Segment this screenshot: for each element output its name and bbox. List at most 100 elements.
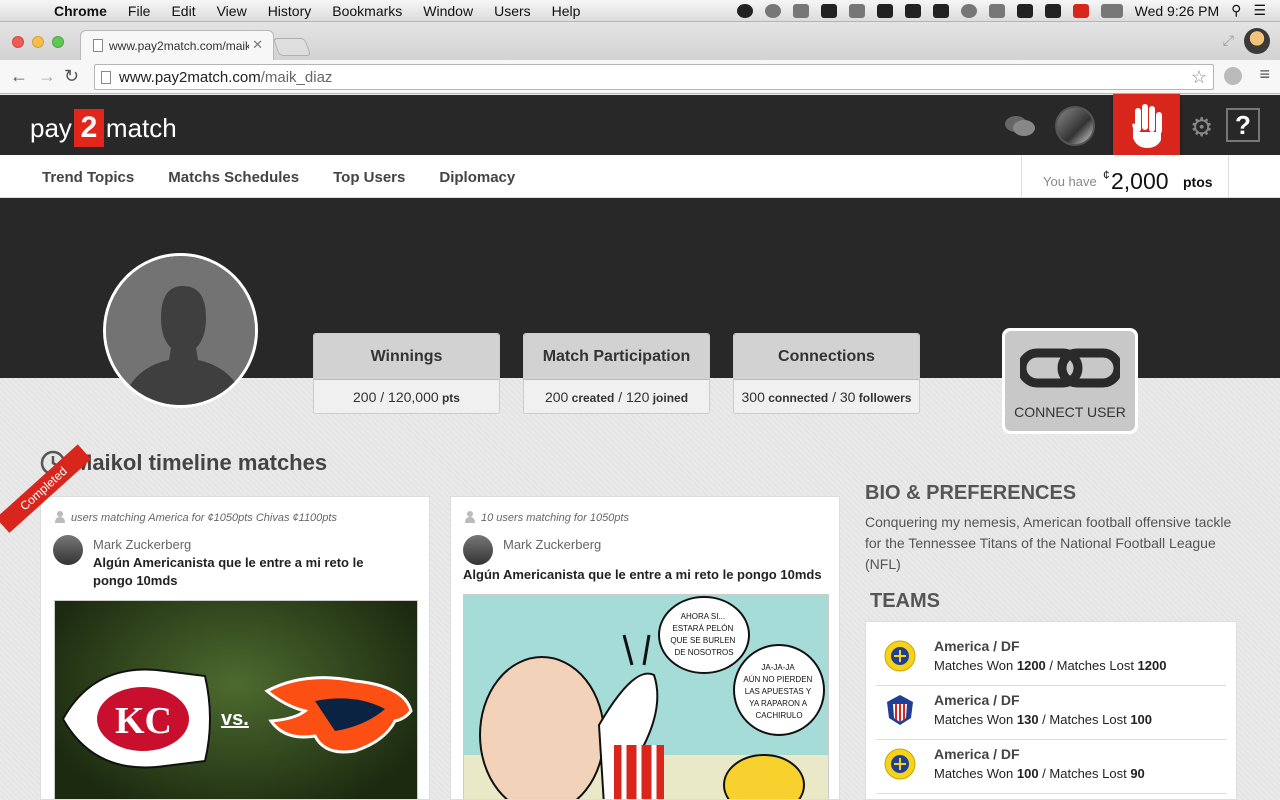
- stat-b: 120: [626, 389, 650, 405]
- evernote-icon[interactable]: [904, 3, 921, 18]
- flag-icon[interactable]: [1072, 3, 1089, 18]
- nav-top-users[interactable]: Top Users: [333, 169, 405, 186]
- stat-b: 120,000: [388, 389, 439, 405]
- reload-icon[interactable]: ↻: [64, 66, 79, 87]
- wifi-icon[interactable]: [1016, 3, 1033, 18]
- close-tab-icon[interactable]: ✕: [252, 37, 263, 53]
- bell-icon[interactable]: [792, 3, 809, 18]
- nav-diplomacy[interactable]: Diplomacy: [439, 169, 515, 186]
- address-bar[interactable]: www.pay2match.com/maik_diaz ☆: [94, 64, 1214, 90]
- menu-history[interactable]: History: [268, 3, 312, 19]
- team-stats: Matches Won 100 / Matches Lost 90: [934, 766, 1145, 781]
- card-user-name[interactable]: Mark Zuckerberg: [503, 537, 601, 552]
- time-machine-icon[interactable]: [960, 3, 977, 18]
- menu-help[interactable]: Help: [552, 3, 581, 19]
- card-image[interactable]: KC vs.: [54, 600, 418, 799]
- timeline-card[interactable]: 10 users matching for 1050pts Mark Zucke…: [450, 496, 840, 800]
- forward-icon[interactable]: →: [38, 66, 56, 87]
- volume-icon[interactable]: [1044, 3, 1061, 18]
- team-row[interactable]: America / DF Matches Won 130 / Matches L…: [876, 686, 1226, 740]
- team-row[interactable]: America / DF Matches Won 100 / Matches L…: [876, 740, 1226, 794]
- menu-file[interactable]: File: [128, 3, 151, 19]
- user-avatar[interactable]: [1055, 106, 1095, 146]
- minimize-window-button[interactable]: [32, 36, 44, 48]
- lost-value: 1200: [1137, 658, 1167, 673]
- lost-label: / Matches Lost: [1038, 712, 1131, 727]
- copy-icon[interactable]: [932, 3, 949, 18]
- browser-tabstrip: www.pay2match.com/maik_diaz ✕ ⤢: [0, 22, 1280, 60]
- chrome-menu-icon[interactable]: ≡: [1259, 64, 1270, 85]
- profile-avatar: [103, 253, 258, 408]
- bluetooth-icon[interactable]: [988, 3, 1005, 18]
- app-menus: Chrome File Edit View History Bookmarks …: [54, 3, 580, 19]
- extension-icon[interactable]: [1224, 67, 1242, 85]
- clock[interactable]: Wed 9:26 PM: [1135, 3, 1220, 19]
- timeline-card[interactable]: users matching America for ¢1050pts Chiv…: [40, 496, 430, 800]
- card-user-name[interactable]: Mark Zuckerberg: [93, 537, 191, 552]
- menu-bookmarks[interactable]: Bookmarks: [332, 3, 402, 19]
- card-user-avatar[interactable]: [53, 535, 83, 565]
- team-name: America / DF: [934, 692, 1020, 708]
- menu-window[interactable]: Window: [423, 3, 473, 19]
- stat-sep: /: [828, 389, 840, 405]
- card-message: Algún Americanista que le entre a mi ret…: [93, 555, 364, 588]
- points-value: 2,000: [1111, 168, 1169, 194]
- spotlight-icon[interactable]: ⚲: [1231, 2, 1241, 19]
- url-text: www.pay2match.com/maik_diaz: [119, 69, 332, 86]
- notification-center-icon[interactable]: ☰: [1253, 2, 1266, 19]
- fullscreen-icon[interactable]: ⤢: [1223, 32, 1234, 49]
- pay2match-logo[interactable]: pay 2 match: [30, 109, 177, 147]
- points-currency: ¢: [1103, 168, 1110, 182]
- chat-icon[interactable]: [1004, 114, 1036, 143]
- menu-edit[interactable]: Edit: [171, 3, 195, 19]
- stat-sep: /: [376, 389, 389, 405]
- logo-two: 2: [73, 109, 104, 147]
- card-user-avatar[interactable]: [463, 535, 493, 565]
- team-stats: Matches Won 130 / Matches Lost 100: [934, 712, 1152, 727]
- stat-value: 200 created / 120 joined: [524, 379, 709, 413]
- team-row[interactable]: America / DF Matches Won 1200 / Matches …: [876, 632, 1226, 686]
- checkbox-icon[interactable]: [820, 3, 837, 18]
- stat-sep: /: [614, 389, 627, 405]
- teams-title: TEAMS: [870, 590, 940, 612]
- notification-icon[interactable]: [736, 3, 753, 18]
- card-meta: 10 users matching for 1050pts: [481, 512, 629, 524]
- user-silhouette-icon: [106, 256, 255, 405]
- page-icon: [93, 39, 103, 52]
- menu-view[interactable]: View: [217, 3, 247, 19]
- help-button[interactable]: ?: [1226, 108, 1260, 142]
- card-image[interactable]: AHORA SI... ESTARÁ PELÓN QUE SE BURLEN D…: [463, 594, 829, 799]
- browser-tab[interactable]: www.pay2match.com/maik_diaz ✕: [80, 30, 274, 60]
- connect-user-inner: CONNECT USER: [1005, 331, 1135, 431]
- tab-title: www.pay2match.com/maik_diaz: [109, 39, 249, 53]
- stat-value: 200 / 120,000 pts: [314, 379, 499, 413]
- logo-pay: pay: [30, 112, 72, 143]
- settings-gear-icon[interactable]: ⚙: [1190, 112, 1213, 143]
- stat-a: 200: [544, 389, 569, 405]
- won-label: Matches Won: [934, 766, 1017, 781]
- won-label: Matches Won: [934, 658, 1017, 673]
- drive-icon[interactable]: [876, 3, 893, 18]
- stat-a: 200: [353, 389, 377, 405]
- profile-avatar-icon[interactable]: [1244, 28, 1270, 54]
- bookmark-star-icon[interactable]: ☆: [1191, 67, 1207, 88]
- menu-app[interactable]: Chrome: [54, 3, 107, 19]
- nav-matchs-schedules[interactable]: Matchs Schedules: [168, 169, 299, 186]
- menu-users[interactable]: Users: [494, 3, 531, 19]
- lost-value: 90: [1130, 766, 1145, 781]
- hangouts-icon[interactable]: [764, 3, 781, 18]
- nav-trend-topics[interactable]: Trend Topics: [42, 169, 134, 186]
- new-tab-button[interactable]: [272, 38, 312, 56]
- stat-connections: Connections 300 connected / 30 followers: [733, 333, 920, 414]
- dropbox-icon[interactable]: [848, 3, 865, 18]
- zoom-window-button[interactable]: [52, 36, 64, 48]
- back-icon[interactable]: ←: [10, 66, 28, 87]
- close-window-button[interactable]: [12, 36, 24, 48]
- team-stats: Matches Won 1200 / Matches Lost 1200: [934, 658, 1166, 673]
- stat-a-unit: created: [568, 391, 615, 405]
- battery-icon[interactable]: [1100, 3, 1123, 18]
- connect-user-button[interactable]: CONNECT USER: [1002, 328, 1138, 434]
- stop-hand-button[interactable]: [1113, 94, 1180, 158]
- timeline-title: Maikol timeline matches: [74, 450, 328, 475]
- stat-b-unit: pts: [438, 391, 460, 405]
